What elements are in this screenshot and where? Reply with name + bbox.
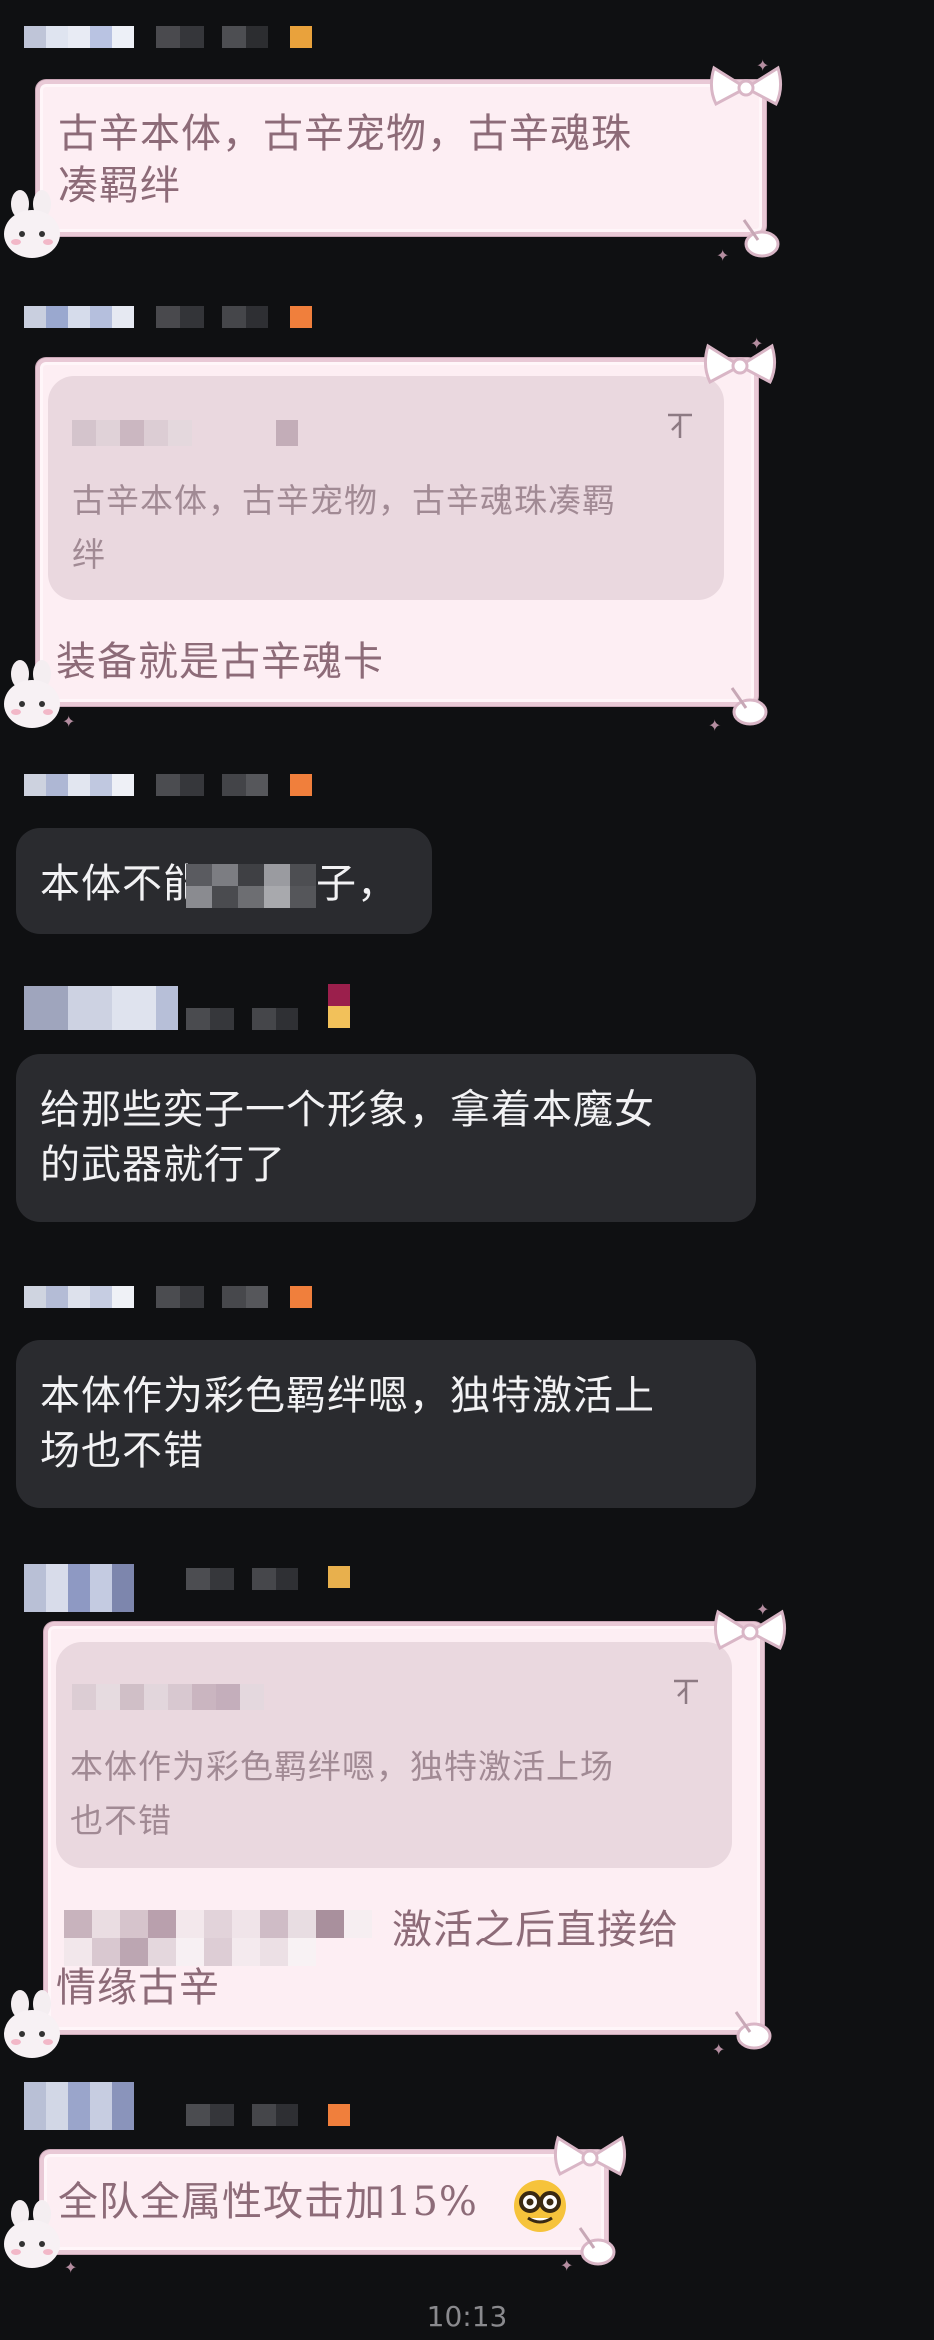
heart-decoration-icon bbox=[730, 687, 768, 726]
bunny-decoration-icon bbox=[4, 190, 60, 258]
sparkle-icon: ✦ bbox=[560, 2256, 574, 2275]
message-text: 全队全属性攻击加15% bbox=[58, 2179, 478, 2225]
sender-name[interactable] bbox=[24, 24, 312, 50]
bow-decoration-icon bbox=[713, 1609, 787, 1651]
message-text: 装备就是古辛魂卡 bbox=[56, 639, 384, 685]
message-text: 本体作为彩色羁绊嗯，独特激活上 场也不错 bbox=[40, 1373, 655, 1474]
bunny-decoration-icon bbox=[4, 2200, 60, 2268]
timestamp: 10:13 bbox=[426, 2300, 508, 2333]
heart-decoration-icon bbox=[578, 2227, 616, 2266]
sender-name[interactable] bbox=[24, 986, 178, 1030]
heart-decoration-icon bbox=[742, 219, 780, 258]
censored-text bbox=[64, 1910, 384, 1966]
sender-name[interactable] bbox=[24, 1564, 134, 1612]
sender-name[interactable] bbox=[24, 772, 312, 798]
nerd-face-emoji bbox=[514, 2180, 566, 2232]
sender-name[interactable] bbox=[24, 2082, 134, 2130]
sparkle-icon: ✦ bbox=[756, 1600, 770, 1619]
quoted-sender-name bbox=[72, 1684, 264, 1710]
sparkle-icon: ✦ bbox=[712, 2040, 726, 2059]
sparkle-icon: ✦ bbox=[64, 2258, 78, 2277]
message-text: 给那些奕子一个形象，拿着本魔女 的武器就行了 bbox=[40, 1087, 655, 1188]
sparkle-icon: ✦ bbox=[716, 246, 730, 265]
censored-text bbox=[186, 864, 316, 908]
sender-level bbox=[186, 2102, 298, 2128]
sender-level bbox=[186, 1006, 298, 1032]
heart-decoration-icon bbox=[734, 2011, 772, 2050]
collapse-quote-icon[interactable] bbox=[670, 1676, 702, 1708]
message-text: 子， bbox=[316, 861, 398, 907]
sender-name[interactable] bbox=[24, 304, 312, 330]
quoted-text: 本体作为彩色羁绊嗯，独特激活上场 也不错 bbox=[70, 1747, 614, 1840]
bow-decoration-icon bbox=[709, 65, 783, 107]
sender-name[interactable] bbox=[24, 1284, 312, 1310]
message-text: 情缘古辛 bbox=[56, 1965, 220, 2011]
sparkle-icon: ✦ bbox=[62, 712, 76, 731]
quoted-sender-name bbox=[72, 420, 298, 446]
sparkle-icon: ✦ bbox=[750, 334, 764, 353]
message-text: 本体不能 bbox=[40, 861, 204, 907]
bunny-decoration-icon bbox=[4, 660, 60, 728]
sparkle-icon: ✦ bbox=[708, 716, 722, 735]
message-text: 古辛本体，古辛宠物，古辛魂珠 凑羁绊 bbox=[58, 111, 632, 209]
sparkle-icon: ✦ bbox=[756, 56, 770, 75]
quoted-text: 古辛本体，古辛宠物，古辛魂珠凑羁 绊 bbox=[72, 481, 616, 574]
badge bbox=[328, 2104, 350, 2126]
bow-decoration-icon bbox=[553, 2135, 627, 2177]
sender-level bbox=[186, 1566, 298, 1592]
collapse-quote-icon[interactable] bbox=[664, 410, 696, 442]
badge bbox=[328, 1566, 350, 1588]
bunny-decoration-icon bbox=[4, 1990, 60, 2058]
message-text: 激活之后直接给 bbox=[392, 1907, 679, 1953]
badge-bottom bbox=[328, 1006, 350, 1028]
badge-top bbox=[328, 984, 350, 1006]
bow-decoration-icon bbox=[703, 343, 777, 385]
